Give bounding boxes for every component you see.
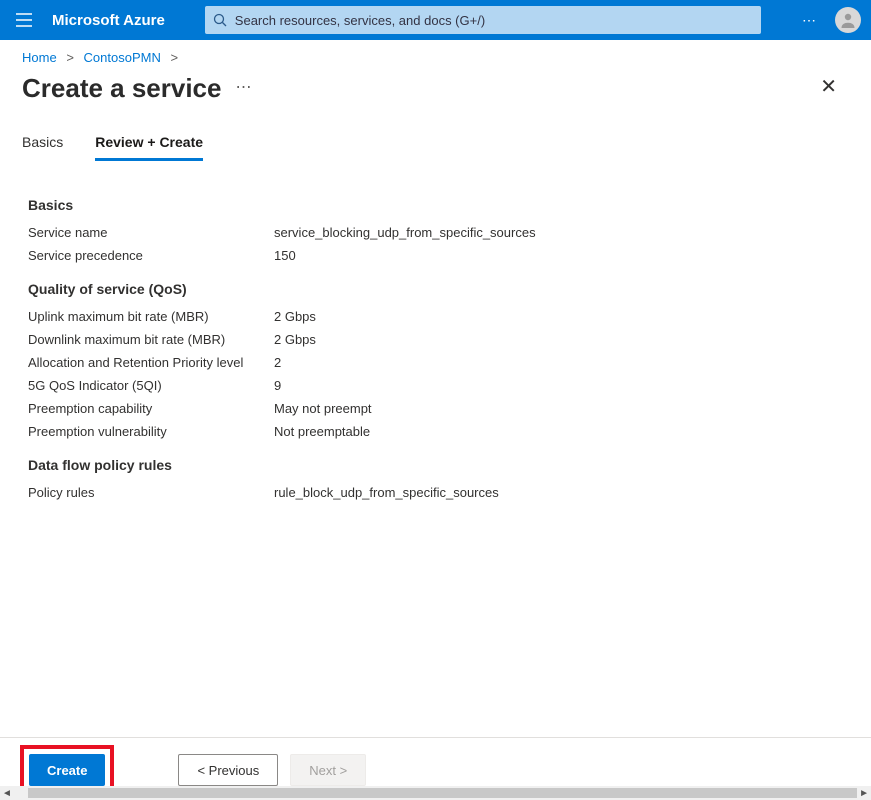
previous-button[interactable]: < Previous (178, 754, 278, 786)
tab-basics[interactable]: Basics (22, 128, 63, 161)
chevron-right-icon: > (66, 50, 74, 65)
tabs: Basics Review + Create (0, 128, 871, 161)
search-icon (213, 13, 227, 27)
close-icon[interactable]: ✕ (816, 70, 841, 103)
title-more-icon[interactable]: ⋯ (235, 77, 253, 97)
create-button[interactable]: Create (29, 754, 105, 786)
label-preemption-capability: Preemption capability (28, 401, 274, 416)
brand-label[interactable]: Microsoft Azure (52, 12, 165, 29)
user-avatar[interactable] (835, 7, 861, 33)
top-bar: Microsoft Azure Search resources, servic… (0, 0, 871, 40)
page-title: Create a service (22, 73, 221, 104)
value-service-name: service_blocking_udp_from_specific_sourc… (274, 225, 536, 240)
breadcrumb: Home > ContosoPMN > (0, 40, 871, 69)
breadcrumb-home[interactable]: Home (22, 50, 57, 65)
horizontal-scrollbar[interactable]: ◄ ► (0, 786, 871, 800)
review-content: Basics Service name service_blocking_udp… (0, 161, 871, 727)
top-more-icon[interactable]: ⋯ (802, 12, 819, 29)
chevron-right-icon: > (170, 50, 178, 65)
label-downlink-mbr: Downlink maximum bit rate (MBR) (28, 332, 274, 347)
value-arp-level: 2 (274, 355, 281, 370)
value-preemption-vulnerability: Not preemptable (274, 424, 370, 439)
value-service-precedence: 150 (274, 248, 296, 263)
value-policy-rules: rule_block_udp_from_specific_sources (274, 485, 499, 500)
value-uplink-mbr: 2 Gbps (274, 309, 316, 324)
next-button: Next > (290, 754, 366, 786)
value-5qi: 9 (274, 378, 281, 393)
label-service-name: Service name (28, 225, 274, 240)
label-uplink-mbr: Uplink maximum bit rate (MBR) (28, 309, 274, 324)
section-qos-title: Quality of service (QoS) (28, 281, 843, 297)
label-preemption-vulnerability: Preemption vulnerability (28, 424, 274, 439)
label-5qi: 5G QoS Indicator (5QI) (28, 378, 274, 393)
search-placeholder: Search resources, services, and docs (G+… (235, 13, 485, 28)
section-basics-title: Basics (28, 197, 843, 213)
value-preemption-capability: May not preempt (274, 401, 372, 416)
breadcrumb-contosopmn[interactable]: ContosoPMN (84, 50, 161, 65)
label-policy-rules: Policy rules (28, 485, 274, 500)
section-rules-title: Data flow policy rules (28, 457, 843, 473)
label-service-precedence: Service precedence (28, 248, 274, 263)
hamburger-menu-icon[interactable] (10, 6, 38, 34)
value-downlink-mbr: 2 Gbps (274, 332, 316, 347)
global-search-input[interactable]: Search resources, services, and docs (G+… (205, 6, 761, 34)
tab-review-create[interactable]: Review + Create (95, 128, 203, 161)
label-arp-level: Allocation and Retention Priority level (28, 355, 274, 370)
